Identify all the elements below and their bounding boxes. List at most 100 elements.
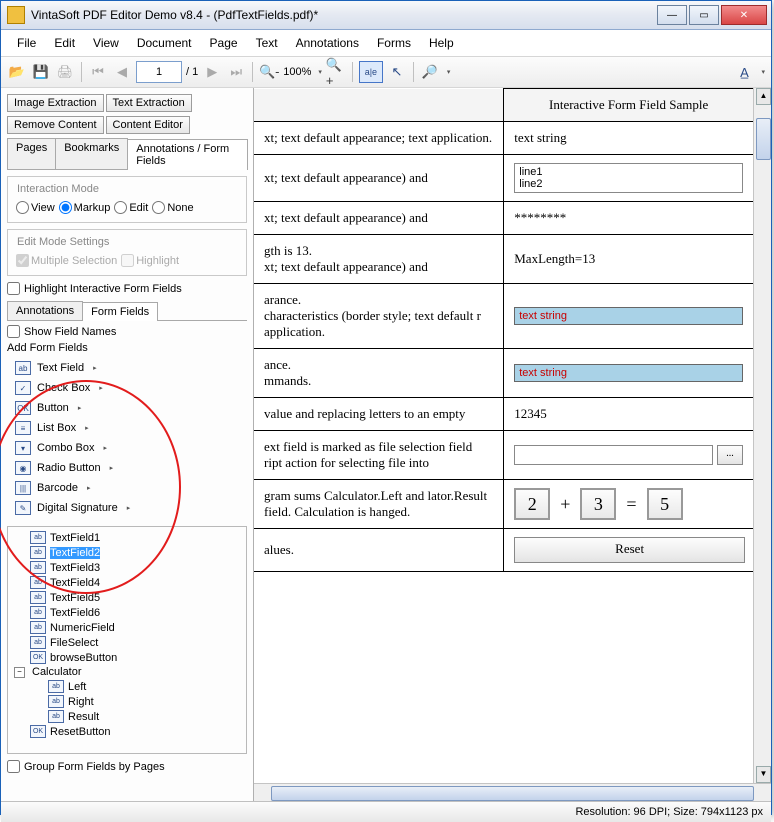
- text-field-sample[interactable]: text string: [514, 307, 743, 325]
- interaction-none-radio[interactable]: None: [152, 201, 193, 214]
- add-list-box[interactable]: ≡List Box▸: [11, 418, 247, 438]
- tree-toggle-icon[interactable]: −: [14, 667, 25, 678]
- description-cell: value and replacing letters to an empty: [254, 398, 504, 431]
- tree-item-textfield5[interactable]: abTextField5: [10, 590, 244, 605]
- tab-pages[interactable]: Pages: [7, 138, 56, 169]
- tree-item-result[interactable]: abResult: [10, 709, 244, 724]
- tree-item-browsebutton[interactable]: OKbrowseButton: [10, 650, 244, 665]
- field-menu-label: Digital Signature: [37, 502, 118, 514]
- interaction-view-radio[interactable]: View: [16, 201, 55, 214]
- save-icon[interactable]: 💾: [31, 62, 51, 82]
- last-page-icon[interactable]: ⏭: [226, 62, 246, 82]
- multiple-selection-checkbox: Multiple Selection: [16, 254, 117, 267]
- field-menu-label: Radio Button: [37, 462, 101, 474]
- highlight-form-fields-checkbox[interactable]: [7, 282, 20, 295]
- table-row: xt; text default appearance; text applic…: [254, 122, 754, 155]
- text-field-sample[interactable]: text string: [514, 364, 743, 382]
- add-digital-signature[interactable]: ✎Digital Signature▸: [11, 498, 247, 518]
- chevron-right-icon: ▸: [87, 484, 91, 492]
- radio-button-icon: ◉: [15, 461, 31, 475]
- sample-cell: Reset: [504, 529, 754, 572]
- tab-bookmarks[interactable]: Bookmarks: [55, 138, 128, 169]
- maximize-button[interactable]: ▭: [689, 5, 719, 25]
- menu-edit[interactable]: Edit: [46, 34, 83, 52]
- tree-item-resetbutton[interactable]: OKResetButton: [10, 724, 244, 739]
- interaction-markup-radio[interactable]: Markup: [59, 201, 111, 214]
- tree-item-textfield2[interactable]: abTextField2: [10, 545, 244, 560]
- remove-content-button[interactable]: Remove Content: [7, 116, 104, 134]
- field-menu-label: Barcode: [37, 482, 78, 494]
- tree-item-textfield1[interactable]: abTextField1: [10, 530, 244, 545]
- add-text-field[interactable]: abText Field▸: [11, 358, 247, 378]
- tab-annotations-form-fields[interactable]: Annotations / Form Fields: [127, 139, 248, 170]
- add-check-box[interactable]: ✓Check Box▸: [11, 378, 247, 398]
- form-fields-tree[interactable]: abTextField1abTextField2abTextField3abTe…: [7, 526, 247, 754]
- select-text-tool-icon[interactable]: a|e: [359, 61, 383, 83]
- add-button[interactable]: OKButton▸: [11, 398, 247, 418]
- text-extraction-button[interactable]: Text Extraction: [106, 94, 192, 112]
- zoom-in-icon[interactable]: 🔍+: [326, 62, 346, 82]
- menu-page[interactable]: Page: [202, 34, 246, 52]
- menu-text[interactable]: Text: [248, 34, 286, 52]
- text-field-sample[interactable]: line1line2: [514, 163, 743, 193]
- menu-file[interactable]: File: [9, 34, 44, 52]
- next-page-icon[interactable]: ▶: [202, 62, 222, 82]
- tree-node-label: Calculator: [32, 666, 82, 678]
- reset-button[interactable]: Reset: [514, 537, 745, 563]
- tree-item-left[interactable]: abLeft: [10, 679, 244, 694]
- horizontal-scrollbar[interactable]: [254, 783, 771, 801]
- tree-node-label: TextField3: [50, 562, 100, 574]
- description-cell: ext field is marked as file selection fi…: [254, 431, 504, 480]
- add-combo-box[interactable]: ▾Combo Box▸: [11, 438, 247, 458]
- tree-item-textfield3[interactable]: abTextField3: [10, 560, 244, 575]
- tree-node-icon: OK: [30, 651, 46, 664]
- tree-node-icon: ab: [30, 531, 46, 544]
- tree-item-fileselect[interactable]: abFileSelect: [10, 635, 244, 650]
- menu-forms[interactable]: Forms: [369, 34, 419, 52]
- tree-node-icon: ab: [30, 546, 46, 559]
- open-icon[interactable]: 📂: [7, 62, 27, 82]
- subtab-annotations[interactable]: Annotations: [7, 301, 83, 320]
- tree-item-textfield6[interactable]: abTextField6: [10, 605, 244, 620]
- subtab-form-fields[interactable]: Form Fields: [82, 302, 158, 321]
- minimize-button[interactable]: —: [657, 5, 687, 25]
- description-cell: arance.characteristics (border style; te…: [254, 284, 504, 349]
- add-radio-button[interactable]: ◉Radio Button▸: [11, 458, 247, 478]
- menu-annotations[interactable]: Annotations: [288, 34, 367, 52]
- zoom-out-icon[interactable]: 🔍-: [259, 62, 279, 82]
- tree-item-textfield4[interactable]: abTextField4: [10, 575, 244, 590]
- prev-page-icon[interactable]: ◀: [112, 62, 132, 82]
- vertical-scrollbar[interactable]: ▲ ▼: [753, 88, 771, 783]
- page-number-input[interactable]: [136, 61, 182, 83]
- help-icon[interactable]: A̲: [734, 62, 754, 82]
- tree-node-icon: ab: [30, 591, 46, 604]
- add-barcode[interactable]: |||Barcode▸: [11, 478, 247, 498]
- description-cell: ance.mmands.: [254, 349, 504, 398]
- calc-right-input[interactable]: 3: [580, 488, 616, 520]
- print-icon[interactable]: 🖨: [55, 62, 75, 82]
- file-path-input[interactable]: [514, 445, 713, 465]
- calc-left-input[interactable]: 2: [514, 488, 550, 520]
- table-row: value and replacing letters to an empty1…: [254, 398, 754, 431]
- pointer-tool-icon[interactable]: ↖: [387, 62, 407, 82]
- find-icon[interactable]: 🔎: [420, 62, 440, 82]
- tree-item-calculator[interactable]: −Calculator: [10, 665, 244, 679]
- content-editor-button[interactable]: Content Editor: [106, 116, 190, 134]
- tree-item-numericfield[interactable]: abNumericField: [10, 620, 244, 635]
- group-by-pages-checkbox[interactable]: [7, 760, 20, 773]
- interaction-edit-radio[interactable]: Edit: [114, 201, 148, 214]
- first-page-icon[interactable]: ⏮: [88, 62, 108, 82]
- menu-view[interactable]: View: [85, 34, 127, 52]
- group-by-pages-label: Group Form Fields by Pages: [24, 761, 165, 773]
- show-field-names-checkbox[interactable]: [7, 325, 20, 338]
- close-button[interactable]: ✕: [721, 5, 767, 25]
- menu-help[interactable]: Help: [421, 34, 462, 52]
- table-row: xt; text default appearance) and********: [254, 202, 754, 235]
- tree-item-right[interactable]: abRight: [10, 694, 244, 709]
- browse-button[interactable]: ...: [717, 445, 743, 465]
- tree-node-label: TextField6: [50, 607, 100, 619]
- menu-document[interactable]: Document: [129, 34, 200, 52]
- sample-cell: ********: [504, 202, 754, 235]
- sample-cell: MaxLength=13: [504, 235, 754, 284]
- image-extraction-button[interactable]: Image Extraction: [7, 94, 104, 112]
